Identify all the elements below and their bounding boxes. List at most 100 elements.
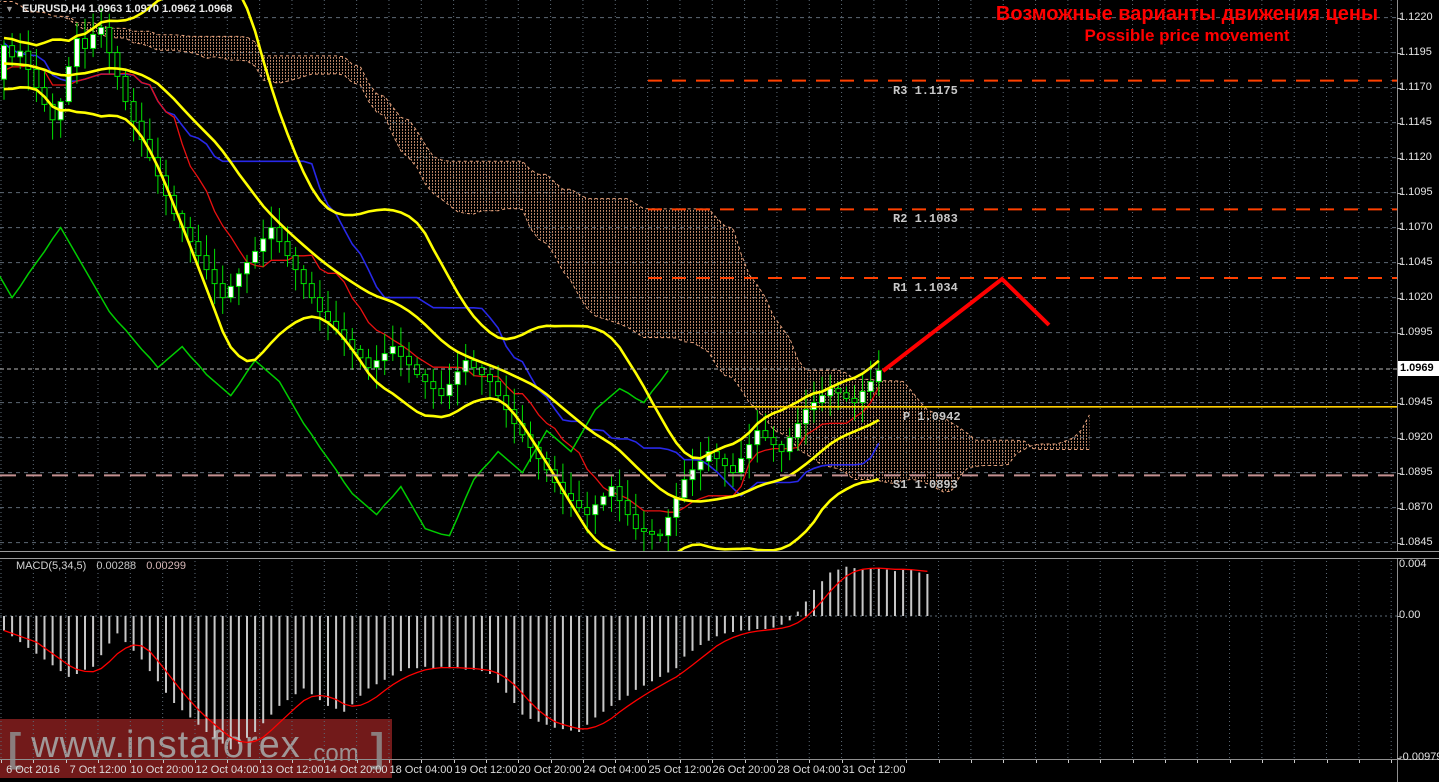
time-tick-mark (454, 760, 455, 763)
time-tick-mark (163, 760, 164, 763)
time-tick-mark (66, 760, 67, 763)
time-tick-mark (98, 760, 99, 763)
time-tick-mark (939, 760, 940, 763)
candle-body (293, 256, 298, 270)
candle-body (755, 431, 760, 445)
time-tick-mark (712, 760, 713, 763)
candle-body (439, 389, 444, 396)
candle-body (763, 431, 768, 438)
annotation-line-ru: Возможные варианты движения цены (985, 4, 1389, 25)
time-tick-mark (1294, 760, 1295, 763)
candle-body (674, 498, 679, 518)
price-tick-mark (1397, 123, 1401, 124)
candle-body (488, 375, 493, 382)
price-tick-label: 1.1145 (1399, 116, 1432, 128)
price-tick-mark (1397, 18, 1401, 19)
time-tick-mark (874, 760, 875, 763)
candle-body (593, 505, 598, 515)
time-tick-mark (518, 760, 519, 763)
time-tick-mark (971, 760, 972, 763)
candle-body (131, 102, 136, 122)
price-tick-label: 1.0995 (1399, 326, 1433, 338)
candle-body (609, 487, 614, 497)
symbol-ohlc-text: EURUSD,H4 1.0963 1.0970 1.0962 1.0968 (22, 3, 232, 15)
candle-body (836, 389, 841, 393)
time-tick-mark (130, 760, 131, 763)
time-tick-mark (777, 760, 778, 763)
price-tick-mark (1397, 228, 1401, 229)
time-tick-mark (1262, 760, 1263, 763)
price-tick-label: 1.0870 (1399, 501, 1433, 513)
price-tick-mark (1397, 298, 1401, 299)
time-tick-mark (906, 760, 907, 763)
pivot-label-s1: S1 1.0893 (893, 478, 958, 492)
time-tick-mark (809, 760, 810, 763)
pane-separator[interactable] (0, 551, 1439, 559)
mt4-chart-window: [ www.instaforex .com ] 1.0969 ▼ EURUSD,… (0, 0, 1439, 782)
candle-body (285, 242, 290, 256)
candle-body (852, 398, 857, 402)
annotation-line-en: Possible price movement (985, 25, 1389, 46)
time-tick-mark (745, 760, 746, 763)
candle-body (10, 46, 15, 57)
candle-body (245, 263, 250, 274)
main-price-chart[interactable] (0, 0, 1397, 551)
price-tick-label: 1.1070 (1399, 221, 1433, 233)
price-tick-label: 1.0920 (1399, 431, 1433, 443)
price-tick-label: 1.1095 (1399, 186, 1433, 198)
time-tick-mark (583, 760, 584, 763)
forecast-annotation: Возможные варианты движения цены Possibl… (985, 4, 1389, 46)
price-tick-mark (1397, 543, 1401, 544)
time-tick-mark (33, 760, 34, 763)
time-tick-mark (1197, 760, 1198, 763)
price-tick-mark (1397, 508, 1401, 509)
time-tick-mark (1165, 760, 1166, 763)
time-tick-mark (357, 760, 358, 763)
candle-body (66, 67, 71, 102)
time-tick-mark (486, 760, 487, 763)
candle-body (496, 382, 501, 396)
current-price-badge: 1.0969 (1398, 361, 1439, 376)
time-tick-mark (1230, 760, 1231, 763)
candle-body (382, 354, 387, 361)
macd-tick-label: -0.00979 (1399, 751, 1439, 763)
candle-body (731, 466, 736, 473)
candle-body (617, 487, 622, 501)
macd-indicator-pane[interactable] (0, 557, 1397, 759)
candle-body (666, 517, 671, 535)
candle-body (253, 251, 258, 262)
candle-body (390, 347, 395, 354)
price-tick-mark (1397, 193, 1401, 194)
time-tick-mark (551, 760, 552, 763)
time-tick-mark (648, 760, 649, 763)
macd-name: MACD(5,34,5) (16, 560, 86, 572)
price-tick-mark (1397, 88, 1401, 89)
time-tick-mark (195, 760, 196, 763)
symbol-dropdown-icon[interactable]: ▼ (5, 4, 14, 14)
price-tick-mark (1397, 403, 1401, 404)
candle-body (633, 515, 638, 529)
candle-body (714, 452, 719, 459)
candle-body (415, 365, 420, 375)
time-tick-mark (1068, 760, 1069, 763)
candle-body (698, 461, 703, 469)
candle-body (74, 39, 79, 67)
candle-body (463, 361, 468, 372)
time-tick-mark (615, 760, 616, 763)
candle-body (204, 256, 209, 270)
time-tick-mark (421, 760, 422, 763)
price-tick-mark (1397, 263, 1401, 264)
price-tick-label: 1.0945 (1399, 396, 1433, 408)
candle-body (471, 361, 476, 368)
pivot-label-p: P 1.0942 (903, 410, 961, 424)
time-tick-mark (1133, 760, 1134, 763)
time-tick-mark (1391, 760, 1392, 763)
price-tick-label: 1.1020 (1399, 291, 1433, 303)
candle-body (658, 534, 663, 535)
candle-body (34, 69, 39, 87)
candle-body (236, 274, 241, 287)
candle-body (228, 286, 233, 297)
pivot-label-r3: R3 1.1175 (893, 84, 958, 98)
macd-tick-mark (1397, 558, 1401, 559)
price-tick-mark (1397, 333, 1401, 334)
